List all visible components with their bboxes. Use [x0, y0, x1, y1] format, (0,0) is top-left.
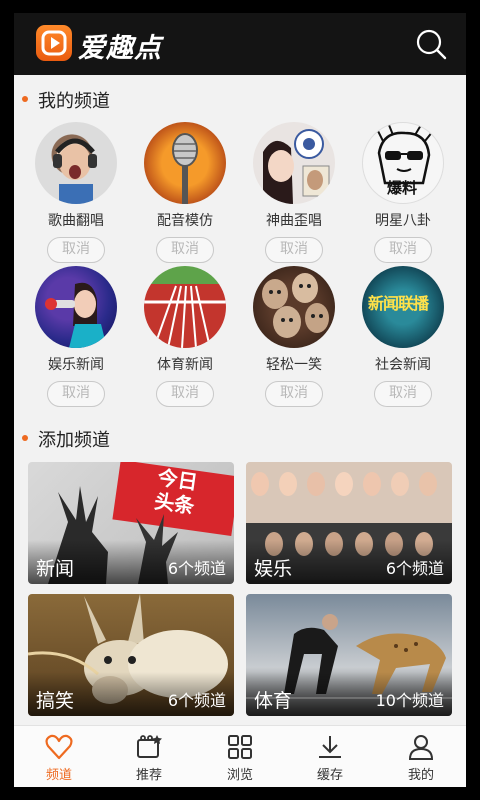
section-title: 添加频道	[38, 430, 110, 451]
channel-thumbnail	[253, 122, 335, 204]
category-card-entertainment[interactable]: 娱乐 6个频道	[246, 462, 452, 584]
channel-thumbnail	[144, 122, 226, 204]
channel-item[interactable]: 新闻联播 社会新闻 取消	[353, 266, 453, 407]
card-name: 搞笑	[36, 690, 75, 712]
user-icon	[408, 735, 434, 760]
recommend-icon	[137, 735, 162, 758]
card-name: 新闻	[36, 558, 75, 580]
channel-label: 体育新闻	[157, 357, 213, 373]
channel-item[interactable]: 爆料 明星八卦 取消	[353, 122, 453, 263]
cancel-button[interactable]: 取消	[374, 381, 432, 407]
cancel-button[interactable]: 取消	[374, 237, 432, 263]
card-count: 6个频道	[167, 559, 226, 578]
app-screen: 爱趣点 我的频道 歌曲翻唱 取消 配音模仿 取消 神曲歪唱 取消 爆料 明星八卦…	[14, 13, 466, 787]
card-thumbnail-caption: 今日头条	[152, 465, 200, 519]
card-count: 10个频道	[375, 691, 444, 710]
grid-icon	[228, 735, 252, 759]
channel-item[interactable]: 轻松一笑 取消	[244, 266, 344, 407]
nav-label: 我的	[407, 768, 434, 783]
play-logo-icon	[36, 25, 72, 61]
nav-tab-channels[interactable]: 频道	[14, 726, 104, 787]
channel-label: 社会新闻	[375, 357, 431, 373]
download-icon	[319, 736, 341, 758]
nav-label: 缓存	[316, 768, 343, 783]
channel-label: 娱乐新闻	[48, 357, 104, 373]
channel-thumbnail	[253, 266, 335, 348]
channel-item[interactable]: 歌曲翻唱 取消	[26, 122, 126, 263]
channel-item[interactable]: 配音模仿 取消	[135, 122, 235, 263]
card-name: 娱乐	[254, 558, 293, 580]
channel-label: 明星八卦	[375, 213, 431, 229]
card-count: 6个频道	[385, 559, 444, 578]
my-channels-header: 我的频道	[14, 84, 466, 114]
thumbnail-caption: 爆料	[387, 179, 418, 197]
card-count: 6个频道	[167, 691, 226, 710]
heart-icon	[45, 734, 73, 760]
cancel-button[interactable]: 取消	[47, 381, 105, 407]
channel-label: 歌曲翻唱	[48, 213, 104, 229]
nav-tab-browse[interactable]: 浏览	[195, 726, 285, 787]
card-name: 体育	[254, 690, 293, 712]
channel-thumbnail: 新闻联播	[362, 266, 444, 348]
cancel-button[interactable]: 取消	[156, 237, 214, 263]
category-card-sports[interactable]: 体育 10个频道	[246, 594, 452, 716]
cancel-button[interactable]: 取消	[265, 237, 323, 263]
channel-item[interactable]: 体育新闻 取消	[135, 266, 235, 407]
section-bullet	[22, 435, 28, 441]
channel-thumbnail	[35, 122, 117, 204]
channel-thumbnail	[144, 266, 226, 348]
nav-label: 频道	[45, 768, 72, 783]
cancel-button[interactable]: 取消	[265, 381, 323, 407]
section-bullet	[22, 96, 28, 102]
nav-tab-mine[interactable]: 我的	[376, 726, 466, 787]
cancel-button[interactable]: 取消	[47, 237, 105, 263]
channel-thumbnail	[35, 266, 117, 348]
nav-tab-recommend[interactable]: 推荐	[104, 726, 194, 787]
section-title: 我的频道	[38, 91, 110, 112]
add-channels-header: 添加频道	[14, 423, 466, 453]
channel-thumbnail: 爆料	[362, 122, 444, 204]
thumbnail-caption: 新闻联播	[368, 294, 429, 313]
cancel-button[interactable]: 取消	[156, 381, 214, 407]
nav-label: 浏览	[226, 768, 253, 783]
channel-item[interactable]: 娱乐新闻 取消	[26, 266, 126, 407]
channel-label: 配音模仿	[157, 213, 213, 229]
channel-label: 神曲歪唱	[266, 213, 322, 229]
channel-item[interactable]: 神曲歪唱 取消	[244, 122, 344, 263]
search-icon[interactable]	[414, 27, 448, 61]
app-header: 爱趣点	[14, 13, 466, 75]
category-card-funny[interactable]: 搞笑 6个频道	[28, 594, 234, 716]
nav-tab-cache[interactable]: 缓存	[285, 726, 375, 787]
category-card-news[interactable]: 今日头条 新闻 6个频道	[28, 462, 234, 584]
app-title: 爱趣点	[78, 33, 162, 64]
nav-label: 推荐	[135, 768, 162, 783]
channel-label: 轻松一笑	[266, 357, 322, 373]
bottom-nav: 频道 推荐 浏览 缓存 我的	[14, 725, 466, 787]
